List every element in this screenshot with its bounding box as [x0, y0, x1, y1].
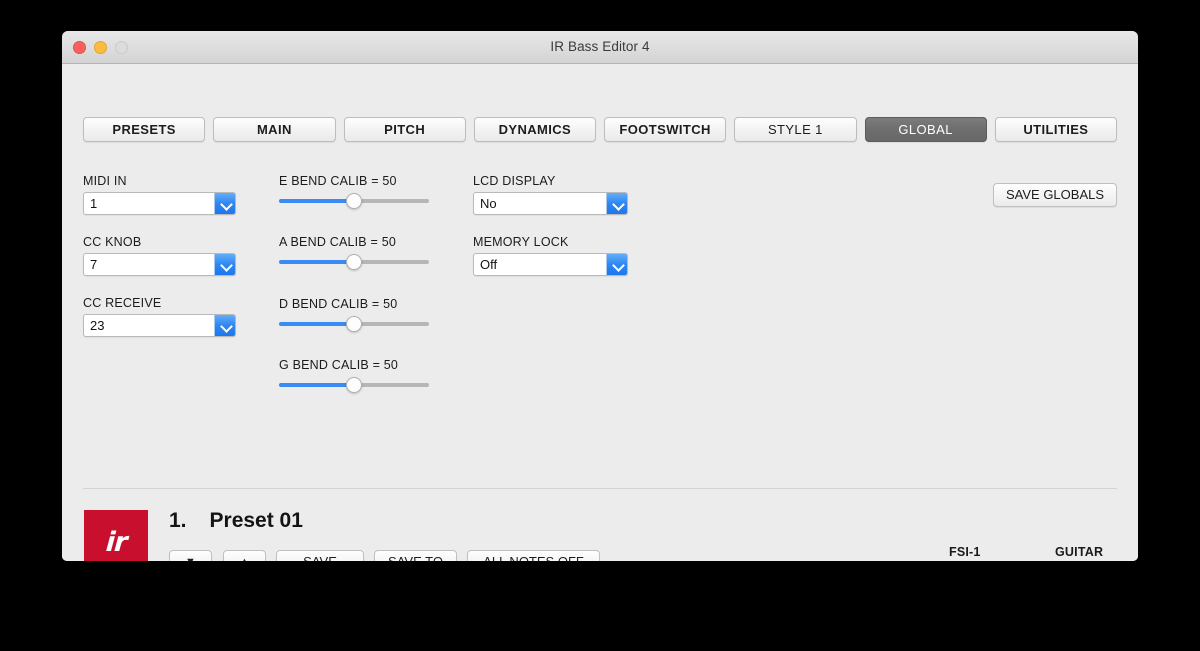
- slider-track-fill: [279, 322, 354, 326]
- chevron-down-icon[interactable]: [214, 254, 235, 275]
- window-title: IR Bass Editor 4: [550, 39, 650, 54]
- ir-brand-logo: ir: [84, 510, 148, 561]
- tab-global[interactable]: GLOBAL: [864, 117, 987, 142]
- memory-lock-label: MEMORY LOCK: [473, 235, 569, 249]
- d-bend-calib-slider[interactable]: [279, 316, 429, 332]
- lcd-display-label: LCD DISPLAY: [473, 174, 556, 188]
- status-indicators: FSI-1 GUITAR: [949, 545, 1117, 561]
- memory-lock-value: Off: [480, 257, 498, 272]
- tab-bar: PRESETS MAIN PITCH DYNAMICS FOOTSWITCH S…: [83, 117, 1117, 142]
- memory-lock-select[interactable]: Off: [473, 253, 628, 276]
- status-fsi-1-label: FSI-1: [949, 545, 981, 559]
- section-divider: [83, 488, 1117, 489]
- slider-thumb[interactable]: [346, 254, 362, 270]
- preset-down-button[interactable]: ▼: [169, 550, 212, 561]
- cc-receive-select[interactable]: 23: [83, 314, 236, 337]
- midi-in-value: 1: [90, 196, 98, 211]
- midi-in-label: MIDI IN: [83, 174, 127, 188]
- e-bend-calib-label: E BEND CALIB = 50: [279, 174, 397, 188]
- a-bend-calib-label: A BEND CALIB = 50: [279, 235, 396, 249]
- tab-main[interactable]: MAIN: [213, 117, 336, 142]
- cc-knob-value: 7: [90, 257, 98, 272]
- all-notes-off-button[interactable]: ALL NOTES OFF: [467, 550, 600, 561]
- cc-knob-select[interactable]: 7: [83, 253, 236, 276]
- tab-dynamics[interactable]: DYNAMICS: [473, 117, 596, 142]
- tab-utilities[interactable]: UTILITIES: [994, 117, 1117, 142]
- tab-footswitch[interactable]: FOOTSWITCH: [604, 117, 727, 142]
- cc-receive-value: 23: [90, 318, 105, 333]
- status-fsi-1: FSI-1: [949, 545, 1011, 561]
- preset-number: 1.: [169, 509, 187, 532]
- title-bar: IR Bass Editor 4: [62, 31, 1138, 64]
- app-window: IR Bass Editor 4 PRESETS MAIN PITCH DYNA…: [62, 31, 1138, 561]
- cc-receive-label: CC RECEIVE: [83, 296, 162, 310]
- save-globals-button[interactable]: SAVE GLOBALS: [993, 183, 1117, 207]
- slider-track-fill: [279, 199, 354, 203]
- a-bend-calib-slider[interactable]: [279, 254, 429, 270]
- current-preset: 1. Preset 01: [169, 509, 303, 533]
- status-guitar-label: GUITAR: [1055, 545, 1104, 559]
- slider-track-rest: [354, 383, 429, 387]
- slider-track-fill: [279, 383, 354, 387]
- chevron-down-icon[interactable]: [214, 315, 235, 336]
- tab-presets[interactable]: PRESETS: [83, 117, 206, 142]
- ir-logo-text: ir: [104, 526, 128, 558]
- cc-knob-label: CC KNOB: [83, 235, 142, 249]
- tab-pitch[interactable]: PITCH: [343, 117, 466, 142]
- slider-track-rest: [354, 199, 429, 203]
- midi-in-select[interactable]: 1: [83, 192, 236, 215]
- save-button[interactable]: SAVE: [276, 550, 364, 561]
- preset-name: Preset 01: [209, 509, 303, 532]
- g-bend-calib-slider[interactable]: [279, 377, 429, 393]
- lcd-display-value: No: [480, 196, 497, 211]
- d-bend-calib-label: D BEND CALIB = 50: [279, 297, 398, 311]
- slider-thumb[interactable]: [346, 316, 362, 332]
- preset-up-button[interactable]: ▲: [223, 550, 266, 561]
- window-content: PRESETS MAIN PITCH DYNAMICS FOOTSWITCH S…: [62, 64, 1138, 561]
- save-to-button[interactable]: SAVE TO: [374, 550, 457, 561]
- tab-style-1[interactable]: STYLE 1: [734, 117, 857, 142]
- slider-thumb[interactable]: [346, 193, 362, 209]
- slider-thumb[interactable]: [346, 377, 362, 393]
- e-bend-calib-slider[interactable]: [279, 193, 429, 209]
- chevron-down-icon[interactable]: [606, 193, 627, 214]
- lcd-display-select[interactable]: No: [473, 192, 628, 215]
- status-guitar: GUITAR: [1055, 545, 1117, 561]
- slider-track-fill: [279, 260, 354, 264]
- g-bend-calib-label: G BEND CALIB = 50: [279, 358, 399, 372]
- slider-track-rest: [354, 260, 429, 264]
- chevron-down-icon[interactable]: [606, 254, 627, 275]
- slider-track-rest: [354, 322, 429, 326]
- chevron-down-icon[interactable]: [214, 193, 235, 214]
